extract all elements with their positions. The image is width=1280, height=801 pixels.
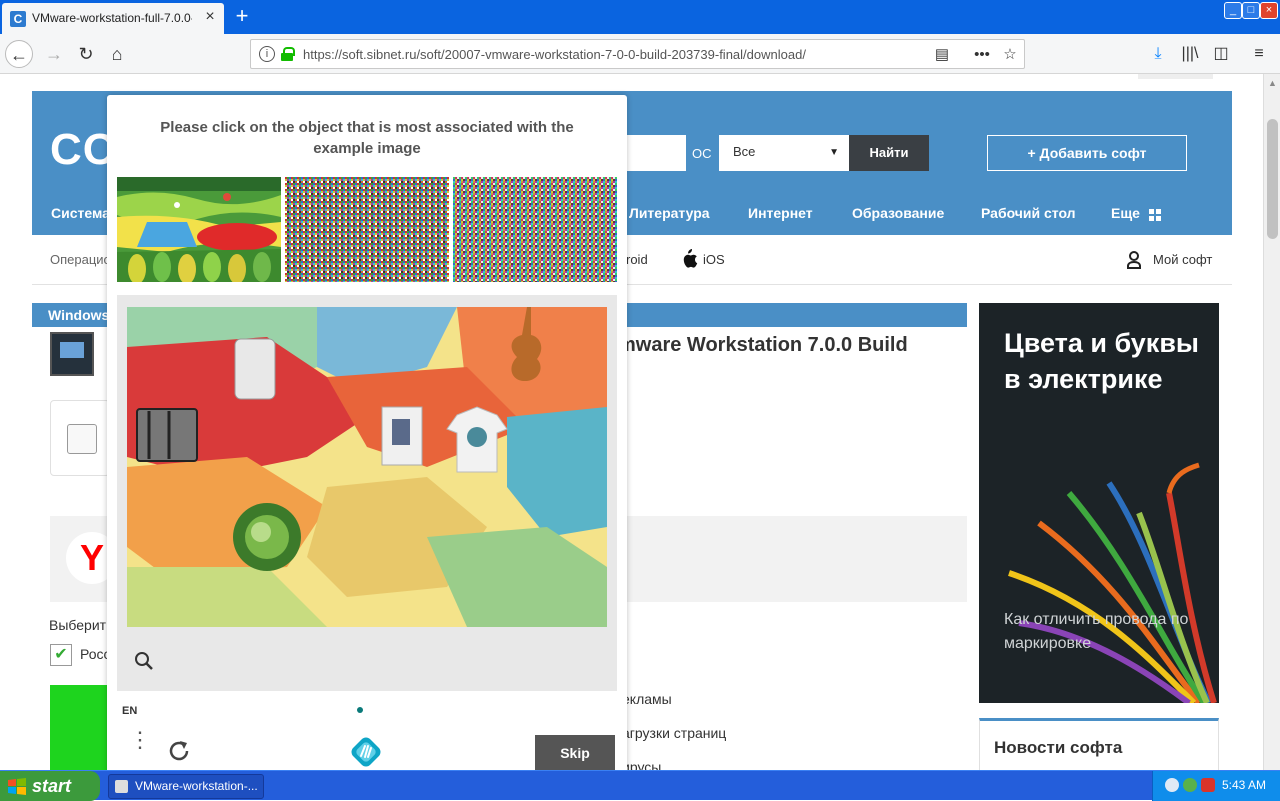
top-strip: [1138, 74, 1213, 79]
bookmark-star-icon[interactable]: ☆: [999, 44, 1021, 66]
url-text[interactable]: https://soft.sibnet.ru/soft/20007-vmware…: [303, 47, 806, 62]
security-shield-icon[interactable]: [1201, 778, 1215, 792]
find-button[interactable]: Найти: [849, 135, 929, 171]
hcaptcha-logo-icon[interactable]: [350, 736, 382, 768]
taskbar: start VMware-workstation-... 5:43 AM: [0, 770, 1280, 801]
network-tray-icon[interactable]: [1183, 778, 1197, 792]
feature-item: агрузки страниц: [622, 725, 727, 741]
scroll-up-icon[interactable]: ▲: [1267, 78, 1278, 88]
search-tray-icon[interactable]: [1165, 778, 1179, 792]
captcha-prompt: Please click on the object that is most …: [160, 119, 574, 157]
browser-tab[interactable]: C VMware-workstation-full-7.0.0-20 ×: [2, 3, 224, 34]
example-image-noise: [285, 177, 449, 282]
category-internet[interactable]: Интернет: [748, 205, 813, 221]
os-ios-link[interactable]: iOS: [703, 252, 725, 267]
ad-subtitle: Как отличить провода по маркировке: [1004, 611, 1189, 652]
dropdown-arrow-icon: ▼: [829, 147, 839, 158]
system-tray: 5:43 AM: [1152, 771, 1280, 801]
clock[interactable]: 5:43 AM: [1222, 778, 1266, 792]
os-row-label: Операцио: [50, 252, 111, 267]
grid-icon[interactable]: [1149, 209, 1161, 221]
example-image-landscape: [117, 177, 281, 282]
refresh-icon[interactable]: [165, 737, 193, 765]
news-title[interactable]: Новости софта: [994, 738, 1122, 758]
skip-button[interactable]: Skip: [535, 735, 615, 770]
feature-item: екламы: [622, 691, 672, 707]
os-android-link[interactable]: roid: [626, 252, 648, 267]
scrollbar-thumb[interactable]: [1267, 119, 1278, 239]
left-checkbox-box: [50, 400, 110, 476]
category-more[interactable]: Еще: [1111, 205, 1140, 221]
window-app-icon: [115, 780, 128, 793]
back-button[interactable]: ←: [5, 40, 33, 68]
choose-text: Выберит: [49, 617, 107, 633]
ad-headline: Цвета и буквы в электрике: [1004, 328, 1199, 394]
url-bar[interactable]: i https://soft.sibnet.ru/soft/20007-vmwa…: [250, 39, 1025, 69]
tab-bar: C VMware-workstation-full-7.0.0-20 × + _…: [0, 0, 1280, 34]
apple-icon[interactable]: [680, 249, 698, 269]
site-info-icon[interactable]: i: [259, 46, 275, 62]
taskbar-window-item[interactable]: VMware-workstation-...: [108, 774, 264, 799]
example-image-noise: [453, 177, 617, 282]
russia-label: Росс: [80, 646, 111, 662]
site-favicon-icon: C: [10, 11, 26, 27]
lock-icon: [281, 47, 295, 61]
home-button[interactable]: ⌂: [103, 40, 131, 68]
captcha-challenge: Please click on the object that is most …: [107, 95, 627, 770]
captcha-task-image[interactable]: [127, 307, 607, 627]
minimize-button[interactable]: _: [1224, 2, 1242, 19]
windows-logo-icon: [8, 778, 26, 795]
program-title: mware Workstation 7.0.0 Build: [618, 334, 908, 356]
tab-close-icon[interactable]: ×: [202, 9, 218, 25]
os-label: ОС: [692, 146, 712, 161]
tab-title: VMware-workstation-full-7.0.0-20: [32, 11, 192, 25]
close-window-button[interactable]: ×: [1260, 2, 1278, 19]
more-options-icon[interactable]: ⋮: [129, 729, 151, 765]
page-actions-icon[interactable]: •••: [971, 44, 993, 66]
category-desktop[interactable]: Рабочий стол: [981, 205, 1076, 221]
page-viewport: CO ОС Все ▼ Найти + Добавить софт Систем…: [0, 74, 1263, 770]
download-button[interactable]: [50, 685, 110, 770]
language-selector[interactable]: EN: [122, 705, 137, 717]
menu-icon[interactable]: ≡: [1248, 43, 1270, 65]
sidebar-icon[interactable]: ◫: [1210, 43, 1232, 65]
os-select-value: Все: [733, 144, 756, 159]
user-icon[interactable]: [1127, 251, 1141, 269]
category-literature[interactable]: Литература: [629, 205, 710, 221]
new-tab-button[interactable]: +: [232, 5, 252, 27]
os-select[interactable]: Все ▼: [719, 135, 849, 171]
taskbar-item-label: VMware-workstation-...: [135, 779, 258, 793]
feature-item: ирусы: [622, 759, 662, 770]
reader-view-icon[interactable]: ▤: [931, 44, 953, 66]
add-soft-button[interactable]: + Добавить софт: [987, 135, 1187, 171]
category-system[interactable]: Система: [51, 205, 110, 221]
wires-image: [1008, 462, 1217, 703]
progress-dot: [357, 707, 363, 713]
advertisement-banner[interactable]: Цвета и буквы в электрике Как отличить п…: [979, 303, 1219, 703]
checkbox[interactable]: [67, 424, 97, 454]
reload-button[interactable]: ↻: [72, 40, 100, 68]
news-box: Новости софта: [979, 718, 1219, 770]
maximize-button[interactable]: □: [1242, 2, 1260, 19]
category-education[interactable]: Образование: [852, 205, 944, 221]
scrollbar[interactable]: ▲: [1263, 74, 1280, 770]
downloads-icon[interactable]: ⤓: [1147, 43, 1169, 65]
zoom-icon[interactable]: [133, 650, 155, 672]
forward-button[interactable]: →: [40, 40, 68, 68]
my-soft-link[interactable]: Мой софт: [1153, 252, 1212, 267]
captcha-task-area: [117, 295, 617, 691]
program-icon: [50, 332, 94, 376]
russia-checkbox[interactable]: ✔: [50, 644, 72, 666]
navigation-bar: ← → ↻ ⌂ i https://soft.sibnet.ru/soft/20…: [0, 34, 1280, 74]
category-bar-label[interactable]: Windows: [48, 307, 109, 323]
library-icon[interactable]: |||\: [1179, 43, 1201, 65]
